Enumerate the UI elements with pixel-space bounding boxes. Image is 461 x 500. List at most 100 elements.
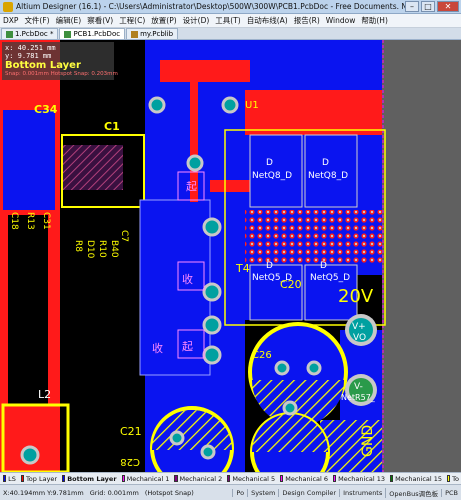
status-bar: X:40.194mm Y:9.781mm Grid: 0.001mm (Hots… <box>0 484 461 500</box>
layer-tab-bottom-layer[interactable]: Bottom Layer <box>67 475 118 483</box>
top-copper-upper-right <box>245 90 382 135</box>
pcb-board-view[interactable]: C34 C1 U1 起 收 收 起 T4 D NetQ8_D D NetQ8_D… <box>0 40 461 472</box>
label-r10: R10 <box>97 240 107 258</box>
menu-window[interactable]: Window <box>323 16 359 25</box>
label-qi-2: 起 <box>182 340 193 353</box>
layer-tab-mechanical-15[interactable]: Mechanical 15 <box>395 475 444 483</box>
window-title: Altium Designer (16.1) - C:\Users\Admini… <box>16 2 405 11</box>
connector-pad-4 <box>202 345 222 365</box>
bottom-copper-left-pour <box>3 110 55 210</box>
tab-pcb1-pcbdoc[interactable]: PCB1.PcbDoc <box>59 28 126 39</box>
menu-bar: DXP 文件(F) 编辑(E) 察看(V) 工程(C) 放置(P) 设计(D) … <box>0 14 461 28</box>
layer-tab-mechanical-5[interactable]: Mechanical 5 <box>232 475 277 483</box>
label-shou-2: 收 <box>152 341 163 355</box>
left-clearance <box>8 215 48 405</box>
label-vminus: V- <box>354 382 363 392</box>
pcb-document-icon <box>64 30 72 38</box>
layer-swatch-mech13 <box>333 475 337 482</box>
menu-help[interactable]: 帮助(H) <box>358 15 391 26</box>
label-t4: T4 <box>235 262 250 275</box>
pcb-library-icon <box>131 30 139 38</box>
label-c31: C31 <box>41 212 51 230</box>
layer-swatch-ls <box>3 475 7 482</box>
minimize-button[interactable]: – <box>405 1 419 12</box>
maximize-button[interactable]: □ <box>421 1 435 12</box>
layer-swatch-mech6 <box>280 475 284 482</box>
pcb-canvas[interactable]: C34 C1 U1 起 收 收 起 T4 D NetQ8_D D NetQ8_D… <box>0 40 461 472</box>
label-c21: C21 <box>120 425 142 438</box>
layer-swatch-bottom <box>62 475 66 482</box>
tab-label: PCB1.PcbDoc <box>73 30 121 38</box>
label-netr57: NetR57_ <box>341 393 376 402</box>
label-c28: C28 <box>120 456 140 467</box>
l2-pad <box>20 445 40 465</box>
label-netq8-1: NetQ8_D <box>252 171 292 181</box>
c21-pad-1 <box>169 430 185 446</box>
hud-x-coordinate: x: 40.251 mm <box>5 44 56 52</box>
c20-pad-1 <box>274 360 290 376</box>
tab-label: my.Pcblib <box>140 30 174 38</box>
layer-swatch-mech5 <box>227 475 231 482</box>
label-c20: C20 <box>280 278 302 291</box>
panel-openbus[interactable]: OpenBus调色板 <box>385 487 441 498</box>
menu-place[interactable]: 放置(P) <box>148 15 179 26</box>
tab-my-pcblib[interactable]: my.Pcblib <box>126 28 179 39</box>
menu-edit[interactable]: 编辑(E) <box>53 15 85 26</box>
label-u1: U1 <box>245 100 259 111</box>
layer-tab-top-layer[interactable]: Top Layer <box>26 475 59 483</box>
panel-design-compiler[interactable]: Design Compiler <box>278 488 339 497</box>
layer-swatch-to <box>447 475 451 482</box>
top-copper-trace-top <box>160 60 250 82</box>
label-c18: C18 <box>9 212 19 230</box>
pcb-document-icon <box>6 30 13 38</box>
panel-pcb[interactable]: PCB <box>441 488 461 497</box>
label-netq5-2: NetQ5_D <box>310 273 350 283</box>
layer-swatch-top <box>20 475 24 482</box>
layer-tab-to[interactable]: To <box>452 475 461 483</box>
hud-current-layer: Bottom Layer <box>5 60 81 71</box>
tab-1-pcbdoc[interactable]: 1.PcbDoc * <box>1 28 59 39</box>
c26-pad <box>282 400 298 416</box>
label-r13: R13 <box>25 212 35 230</box>
label-q5-d1: D <box>266 261 273 271</box>
layer-tab-mechanical-2[interactable]: Mechanical 2 <box>180 475 225 483</box>
hud-coordinate-readout: x: 40.251 mm y: 9.781 mm Bottom Layer Sn… <box>2 42 118 80</box>
label-20v: 20V <box>338 286 374 307</box>
panel-po[interactable]: Po <box>232 488 247 497</box>
status-snap-mode: (Hotspot Snap) <box>144 488 194 497</box>
menu-project[interactable]: 工程(C) <box>116 15 148 26</box>
label-c26: C26 <box>252 350 272 361</box>
menu-file[interactable]: 文件(F) <box>21 15 52 26</box>
smd-pad-hatch <box>63 145 123 190</box>
label-q5-d2: D <box>320 261 327 271</box>
close-button[interactable]: ✕ <box>437 1 459 12</box>
altium-app-icon <box>3 1 13 12</box>
label-gnd: GND <box>360 425 376 457</box>
menu-autoroute[interactable]: 自动布线(A) <box>244 15 291 26</box>
menu-design[interactable]: 设计(D) <box>180 15 213 26</box>
menu-tools[interactable]: 工具(T) <box>212 15 243 26</box>
menu-reports[interactable]: 报告(R) <box>291 15 323 26</box>
layer-tab-mechanical-6[interactable]: Mechanical 6 <box>285 475 330 483</box>
label-vo: VO <box>353 333 366 343</box>
label-vplus: V+ <box>352 322 366 332</box>
label-c7: C7 <box>119 230 129 242</box>
label-b40: B40 <box>109 240 119 258</box>
layer-swatch-mech1 <box>121 475 125 482</box>
c20-pad-2 <box>306 360 322 376</box>
layer-tab-ls[interactable]: LS <box>8 475 18 483</box>
layer-tab-mechanical-1[interactable]: Mechanical 1 <box>127 475 172 483</box>
panel-instruments[interactable]: Instruments <box>339 488 385 497</box>
c34-pad <box>148 96 166 114</box>
connector-pad-3 <box>202 315 222 335</box>
connector-pad-1 <box>202 217 222 237</box>
panel-system[interactable]: System <box>247 488 278 497</box>
menu-dxp[interactable]: DXP <box>0 16 21 25</box>
layer-swatch-mech2 <box>174 475 178 482</box>
label-r8: R8 <box>73 240 83 252</box>
c21-pad-2 <box>200 444 216 460</box>
layer-swatch-mech15 <box>390 475 394 482</box>
title-bar: Altium Designer (16.1) - C:\Users\Admini… <box>0 0 461 14</box>
layer-tab-mechanical-13[interactable]: Mechanical 13 <box>338 475 387 483</box>
menu-view[interactable]: 察看(V) <box>84 15 116 26</box>
